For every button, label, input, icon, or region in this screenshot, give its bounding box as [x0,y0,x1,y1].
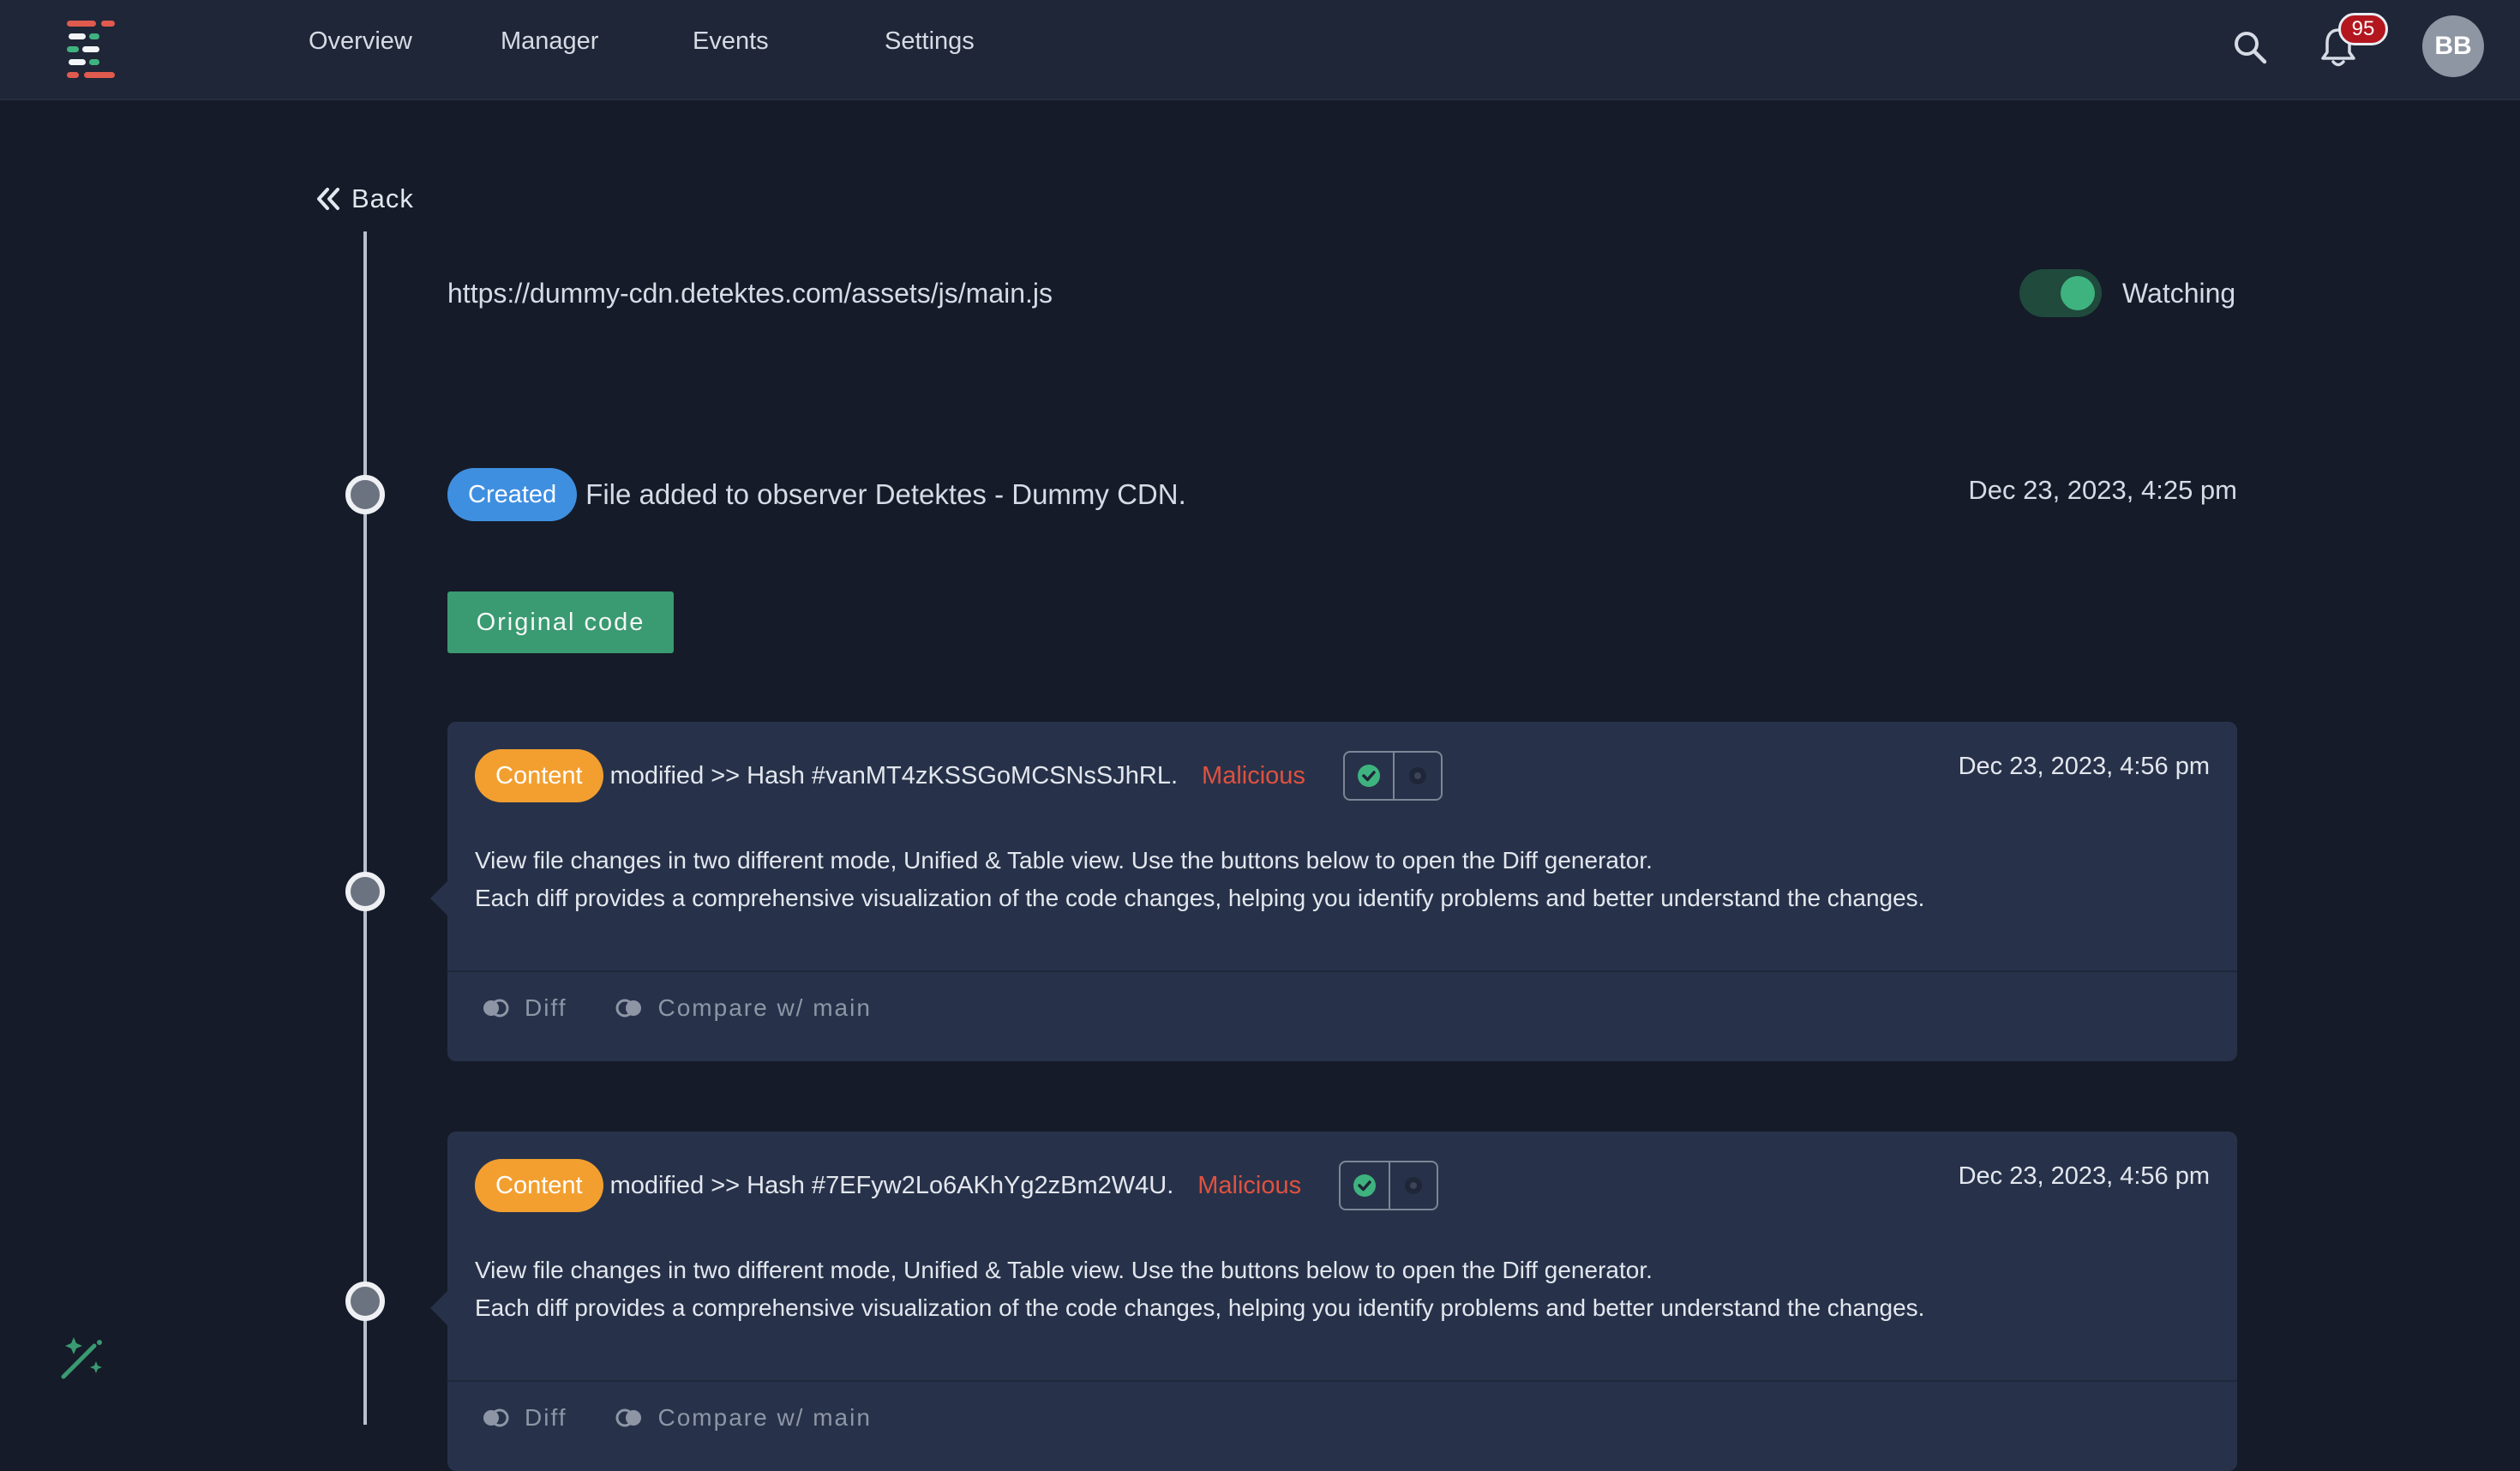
event-description-line: Each diff provides a comprehensive visua… [475,1294,1925,1321]
created-badge: Created [447,468,578,521]
created-event: Created File added to observer Detektes … [447,468,1186,521]
compare-label: Compare w/ main [657,994,872,1021]
gear-badge-icon [1408,767,1426,784]
event-description-line: View file changes in two different mode,… [475,847,1653,874]
malicious-label: Malicious [1202,761,1305,790]
nav-events[interactable]: Events [693,27,769,56]
gear-badge-icon [1405,1177,1423,1194]
event-card: Content modified >> Hash #7EFyw2Lo6AKhYg… [430,1132,2237,1471]
watch-toggle-label: Watching [2122,278,2236,309]
reject-button[interactable] [1389,1162,1437,1209]
reject-button[interactable] [1392,753,1441,799]
notification-count-badge[interactable]: 95 [2338,13,2388,45]
compare-main-button[interactable]: Compare w/ main [615,1404,872,1432]
search-icon[interactable] [2232,29,2268,65]
created-event-date: Dec 23, 2023, 4:25 pm [1968,475,2237,505]
back-label: Back [351,183,414,213]
event-title: modified >> Hash #7EFyw2Lo6AKhYg2zBm2W4U… [609,1171,1174,1199]
event-title: modified >> Hash #vanMT4zKSSGoMCSNsSJhRL… [609,761,1179,790]
compare-label: Compare w/ main [657,1404,872,1431]
approve-button[interactable] [1345,753,1393,799]
magic-wand-icon[interactable] [57,1332,108,1384]
diff-label: Diff [525,1404,567,1431]
compare-main-button[interactable]: Compare w/ main [615,994,872,1022]
toggle-circles-icon [615,999,641,1018]
file-url: https://dummy-cdn.detektes.com/assets/js… [447,278,1053,309]
content-badge: Content [475,749,603,802]
verdict-buttons [1342,751,1443,801]
nav-overview[interactable]: Overview [309,27,412,56]
toggle-circles-icon [483,1408,509,1427]
watch-toggle[interactable] [2019,269,2102,317]
timeline-dot [345,475,385,514]
timeline-dot [345,872,385,911]
event-description-line: View file changes in two different mode,… [475,1257,1653,1283]
back-link[interactable]: Back [315,183,414,214]
double-chevron-left-icon [317,188,339,210]
verdict-buttons [1339,1161,1439,1210]
timeline-line [363,231,367,1425]
malicious-label: Malicious [1197,1171,1302,1199]
detektes-logo-icon[interactable] [67,19,118,79]
event-description-line: Each diff provides a comprehensive visua… [475,885,1925,911]
created-event-text: File added to observer Detektes - Dummy … [585,478,1186,510]
card-actions: Diff Compare w/ main [482,1404,872,1432]
user-avatar[interactable]: BB [2422,15,2484,77]
diff-button[interactable]: Diff [482,1404,567,1432]
original-code-button[interactable]: Original code [447,591,674,653]
card-divider [447,1380,2237,1382]
card-actions: Diff Compare w/ main [482,994,872,1022]
diff-label: Diff [525,994,567,1021]
event-description: View file changes in two different mode,… [475,1252,1924,1327]
diff-button[interactable]: Diff [482,994,567,1022]
card-divider [447,970,2237,972]
approve-button[interactable] [1341,1162,1389,1209]
event-card: Content modified >> Hash #vanMT4zKSSGoMC… [430,722,2237,1061]
event-description: View file changes in two different mode,… [475,842,1924,917]
nav-settings[interactable]: Settings [885,27,975,56]
check-badge-icon [1357,765,1380,787]
top-navbar: Overview Manager Events Settings 95 BB [0,0,2520,100]
nav-manager[interactable]: Manager [501,27,598,56]
event-date: Dec 23, 2023, 4:56 pm [1958,753,2210,780]
content-badge: Content [475,1159,603,1212]
event-date: Dec 23, 2023, 4:56 pm [1958,1162,2210,1190]
timeline-dot [345,1282,385,1321]
check-badge-icon [1353,1174,1377,1197]
toggle-circles-icon [615,1408,641,1427]
toggle-circles-icon [483,999,509,1018]
